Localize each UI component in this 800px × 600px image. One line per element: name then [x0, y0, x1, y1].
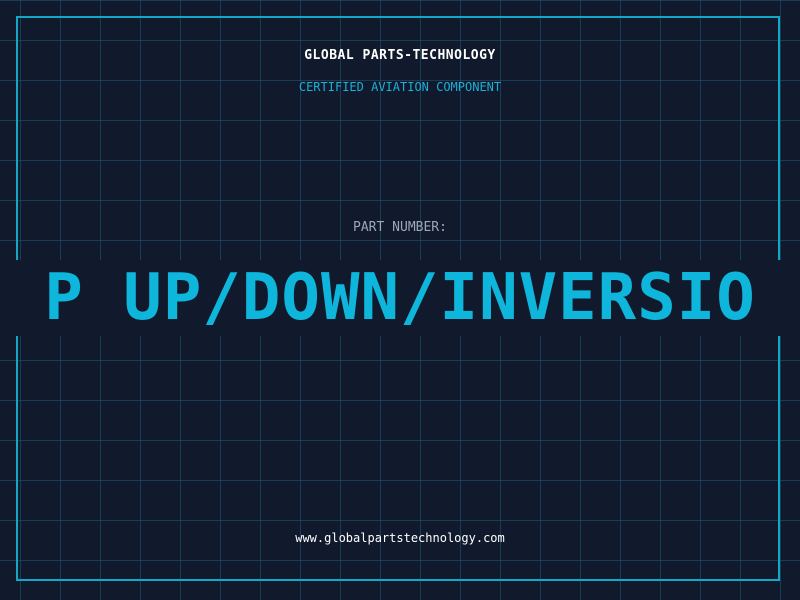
website-link[interactable]: www.globalpartstechnology.com	[0, 531, 800, 545]
part-number-label: PART NUMBER:	[353, 220, 447, 235]
company-name: GLOBAL PARTS-TECHNOLOGY	[304, 48, 496, 63]
tagline: CERTIFIED AVIATION COMPONENT	[298, 80, 502, 94]
part-number-value: P UP/DOWN/INVERSIO	[44, 261, 756, 335]
part-number-band: P UP/DOWN/INVERSIO	[0, 260, 800, 336]
